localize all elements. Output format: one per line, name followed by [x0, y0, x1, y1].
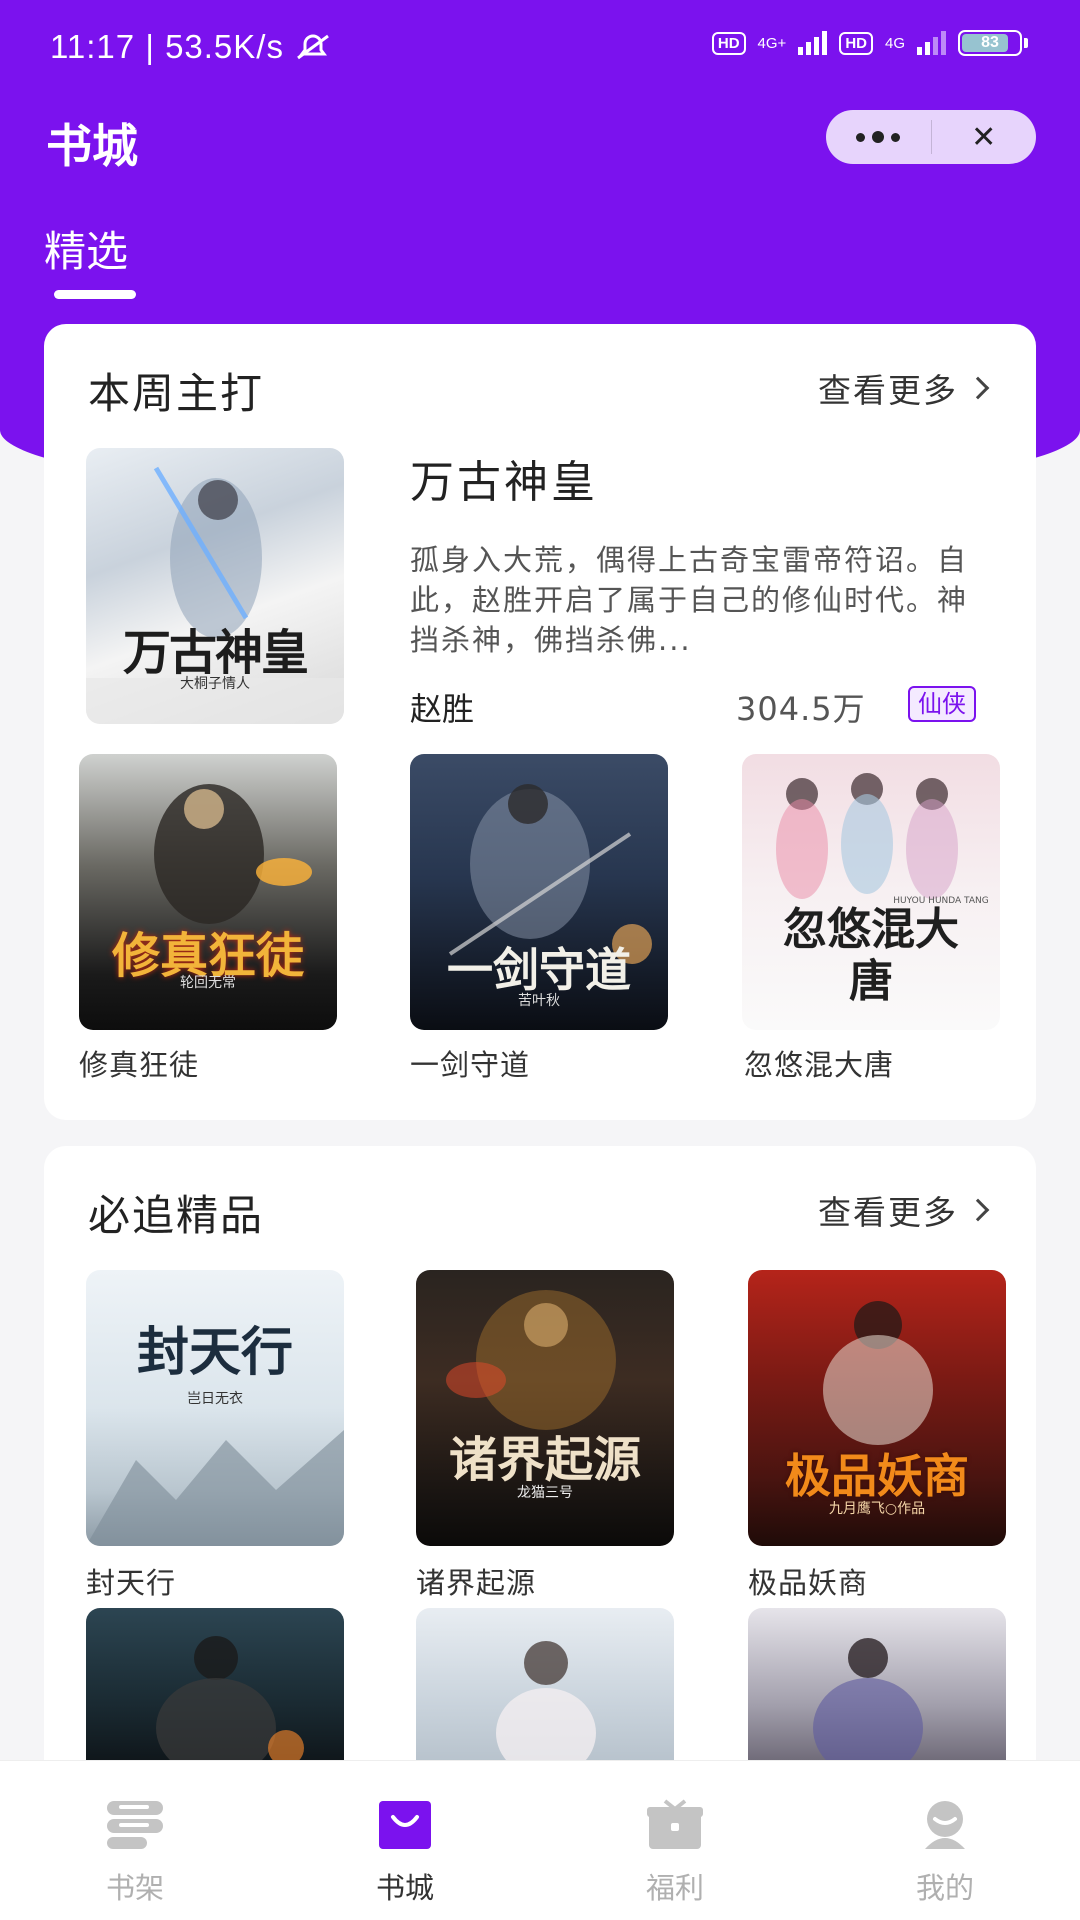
bookstore-bag-icon [379, 1801, 431, 1849]
featured-book-count: 304.5万 [736, 690, 866, 728]
cover-title: 诸界起源 [448, 1432, 641, 1488]
cover-title: 忽悠混大唐 [783, 904, 959, 1007]
section-title: 本周主打 [88, 369, 265, 418]
signal-icon [798, 31, 828, 55]
featured-book-author: 赵胜 [410, 690, 475, 728]
featured-section: 本周主打 查看更多 万古神皇 大桐子情人 万古神皇 孤身入大荒，偶得上古奇宝雷帝… [44, 324, 1036, 1120]
chevron-right-icon [966, 376, 990, 400]
nav-item-profile[interactable]: 我的 [810, 1761, 1080, 1920]
book-cover[interactable] [416, 1608, 674, 1768]
cover-author: 九月鹰飞○作品 [828, 1501, 926, 1517]
cover-author: 苦叶秋 [518, 993, 560, 1009]
genre-tag: 仙侠 [908, 686, 976, 722]
close-icon: ✕ [971, 119, 997, 155]
book-cover[interactable]: 一剑守道 苦叶秋 [410, 754, 668, 1030]
signal-icon-2 [917, 31, 946, 55]
nav-item-bookshelf[interactable]: 书架 [0, 1761, 270, 1920]
status-separator: | [145, 28, 155, 65]
bookshelf-icon [107, 1801, 163, 1849]
book-cover[interactable] [748, 1608, 1006, 1768]
mini-program-capsule: ✕ [826, 110, 1036, 164]
status-right: HD 4G+ HD 4G 83 [711, 30, 1028, 56]
cover-art [156, 1636, 304, 1768]
nav-label: 福利 [645, 1871, 704, 1905]
tab-featured[interactable]: 精选 [44, 218, 128, 279]
bottom-nav: 书架 书城 福利 我的 [0, 1760, 1080, 1920]
cover-title: 极品妖商 [785, 1449, 969, 1503]
nav-label: 书城 [375, 1871, 434, 1905]
cover-art [496, 1641, 596, 1768]
status-bar: 11:17 | 53.5K/s HD 4G+ HD 4G 83 [0, 0, 1080, 100]
cover-author: 龙猫三号 [517, 1485, 573, 1501]
view-more-label: 查看更多 [818, 1193, 958, 1232]
book-cover[interactable] [86, 1608, 344, 1768]
nav-item-bookstore[interactable]: 书城 [270, 1761, 540, 1920]
view-more-label: 查看更多 [818, 371, 958, 410]
battery-icon: 83 [958, 30, 1022, 56]
profile-icon [925, 1801, 965, 1849]
battery-percent: 83 [981, 34, 999, 51]
hd-badge-2: HD [839, 31, 873, 55]
page-title: 书城 [46, 119, 138, 173]
cover-author: HUYOU HUNDA TANG [893, 896, 989, 906]
book-name[interactable]: 修真狂徒 [79, 1042, 199, 1084]
status-left: 11:17 | 53.5K/s [50, 28, 332, 66]
book-cover[interactable]: 修真狂徒 轮回无常 [79, 754, 337, 1030]
battery-tip [1024, 38, 1028, 48]
more-button[interactable] [826, 110, 931, 164]
network-label-2: 4G [884, 34, 905, 52]
cover-author: 大桐子情人 [180, 676, 250, 692]
cover-title: 封天行 [136, 1322, 293, 1383]
book-cover[interactable]: 封天行 岂日无衣 [86, 1270, 344, 1546]
status-time: 11:17 [50, 28, 136, 65]
cover-author: 轮回无常 [180, 975, 236, 991]
network-label: 4G+ [757, 34, 787, 52]
status-speed: 53.5K/s [165, 28, 284, 65]
more-dots-icon [856, 131, 901, 143]
book-name[interactable]: 诸界起源 [416, 1560, 536, 1602]
mute-icon [297, 34, 330, 60]
view-more-link[interactable]: 查看更多 [818, 364, 990, 412]
hd-badge: HD [711, 31, 746, 55]
cover-author: 岂日无衣 [187, 1391, 243, 1407]
book-name[interactable]: 一剑守道 [410, 1042, 530, 1084]
featured-book-description: 孤身入大荒，偶得上古奇宝雷帝符诏。自此，赵胜开启了属于自己的修仙时代。神挡杀神，… [410, 543, 969, 657]
close-button[interactable]: ✕ [932, 110, 1037, 164]
book-name[interactable]: 极品妖商 [748, 1560, 868, 1602]
book-cover[interactable]: 诸界起源 龙猫三号 [416, 1270, 674, 1546]
tab-indicator [54, 290, 136, 299]
book-name[interactable]: 封天行 [86, 1560, 176, 1602]
view-more-link[interactable]: 查看更多 [818, 1186, 990, 1234]
chevron-right-icon [966, 1198, 990, 1222]
book-name[interactable]: 忽悠混大唐 [744, 1042, 894, 1084]
section-title: 必追精品 [88, 1191, 265, 1240]
book-cover[interactable]: 忽悠混大唐 HUYOU HUNDA TANG [742, 754, 1000, 1030]
cover-art [813, 1638, 923, 1768]
featured-book-cover[interactable]: 万古神皇 大桐子情人 [86, 448, 344, 724]
nav-item-welfare[interactable]: 福利 [540, 1761, 810, 1920]
nav-label: 书架 [105, 1871, 164, 1905]
cover-art [446, 1290, 616, 1430]
nav-label: 我的 [915, 1871, 974, 1905]
book-cover[interactable]: 极品妖商 九月鹰飞○作品 [748, 1270, 1006, 1546]
gift-icon [647, 1799, 703, 1849]
featured-book-title[interactable]: 万古神皇 [410, 446, 598, 510]
